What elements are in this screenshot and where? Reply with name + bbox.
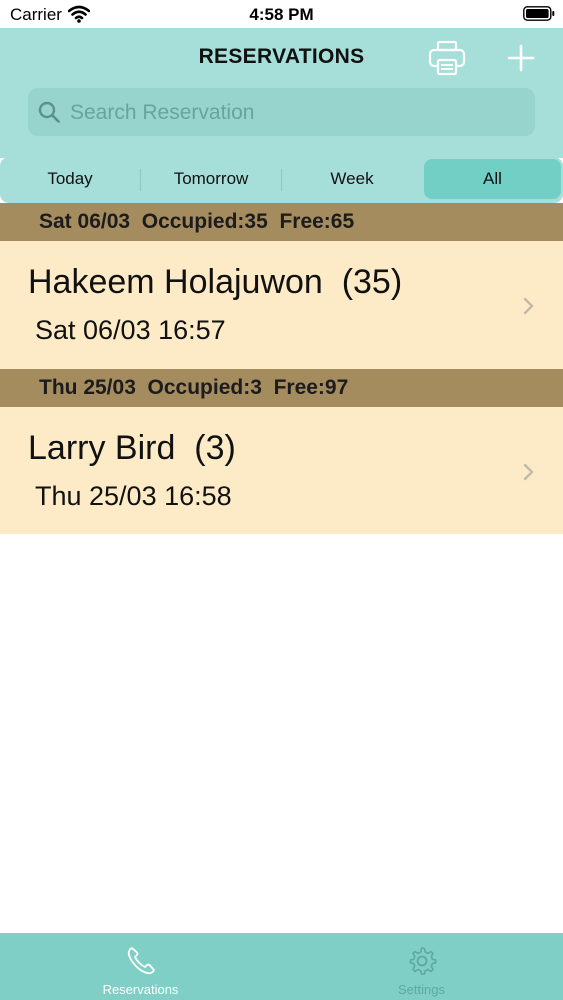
navigation-bar: RESERVATIONS — [0, 28, 563, 158]
tab-label: Reservations — [102, 982, 179, 997]
page-title: RESERVATIONS — [198, 45, 365, 68]
status-bar: Carrier 4:58 PM — [0, 0, 563, 28]
tab-bar: Reservations Settings — [0, 933, 563, 1000]
gear-icon — [409, 947, 437, 975]
add-icon[interactable] — [505, 42, 537, 74]
reservation-row[interactable]: Hakeem Holajuwon (35) Sat 06/03 16:57 — [0, 241, 563, 371]
reservation-datetime: Thu 25/03 16:58 — [35, 481, 232, 511]
section-header: Thu 25/03 Occupied:3 Free:97 — [0, 369, 563, 407]
phone-icon — [127, 947, 155, 975]
reservation-datetime: Sat 06/03 16:57 — [35, 315, 226, 345]
reservation-name: Hakeem Holajuwon (35) — [28, 263, 403, 301]
segment-week[interactable]: Week — [282, 159, 422, 199]
segment-tomorrow[interactable]: Tomorrow — [141, 159, 281, 199]
print-icon[interactable] — [428, 40, 466, 76]
tab-reservations[interactable]: Reservations — [0, 933, 281, 1000]
segment-today[interactable]: Today — [0, 159, 140, 199]
tab-label: Settings — [398, 982, 445, 997]
date-filter-segmented-control: Today Tomorrow Week All — [0, 157, 563, 203]
reservation-row[interactable]: Larry Bird (3) Thu 25/03 16:58 — [0, 407, 563, 534]
battery-icon — [523, 6, 555, 21]
clock: 4:58 PM — [249, 5, 314, 24]
section-header: Sat 06/03 Occupied:35 Free:65 — [0, 203, 563, 241]
reservation-name: Larry Bird (3) — [28, 429, 236, 467]
segment-all[interactable]: All — [424, 159, 561, 199]
section-header-label: Thu 25/03 Occupied:3 Free:97 — [39, 376, 349, 399]
search-bar[interactable] — [28, 88, 535, 138]
chevron-right-icon — [523, 297, 534, 315]
search-input[interactable] — [68, 88, 522, 138]
tab-settings[interactable]: Settings — [281, 933, 562, 1000]
search-icon — [38, 101, 60, 123]
section-header-label: Sat 06/03 Occupied:35 Free:65 — [39, 210, 355, 233]
chevron-right-icon — [523, 463, 534, 481]
